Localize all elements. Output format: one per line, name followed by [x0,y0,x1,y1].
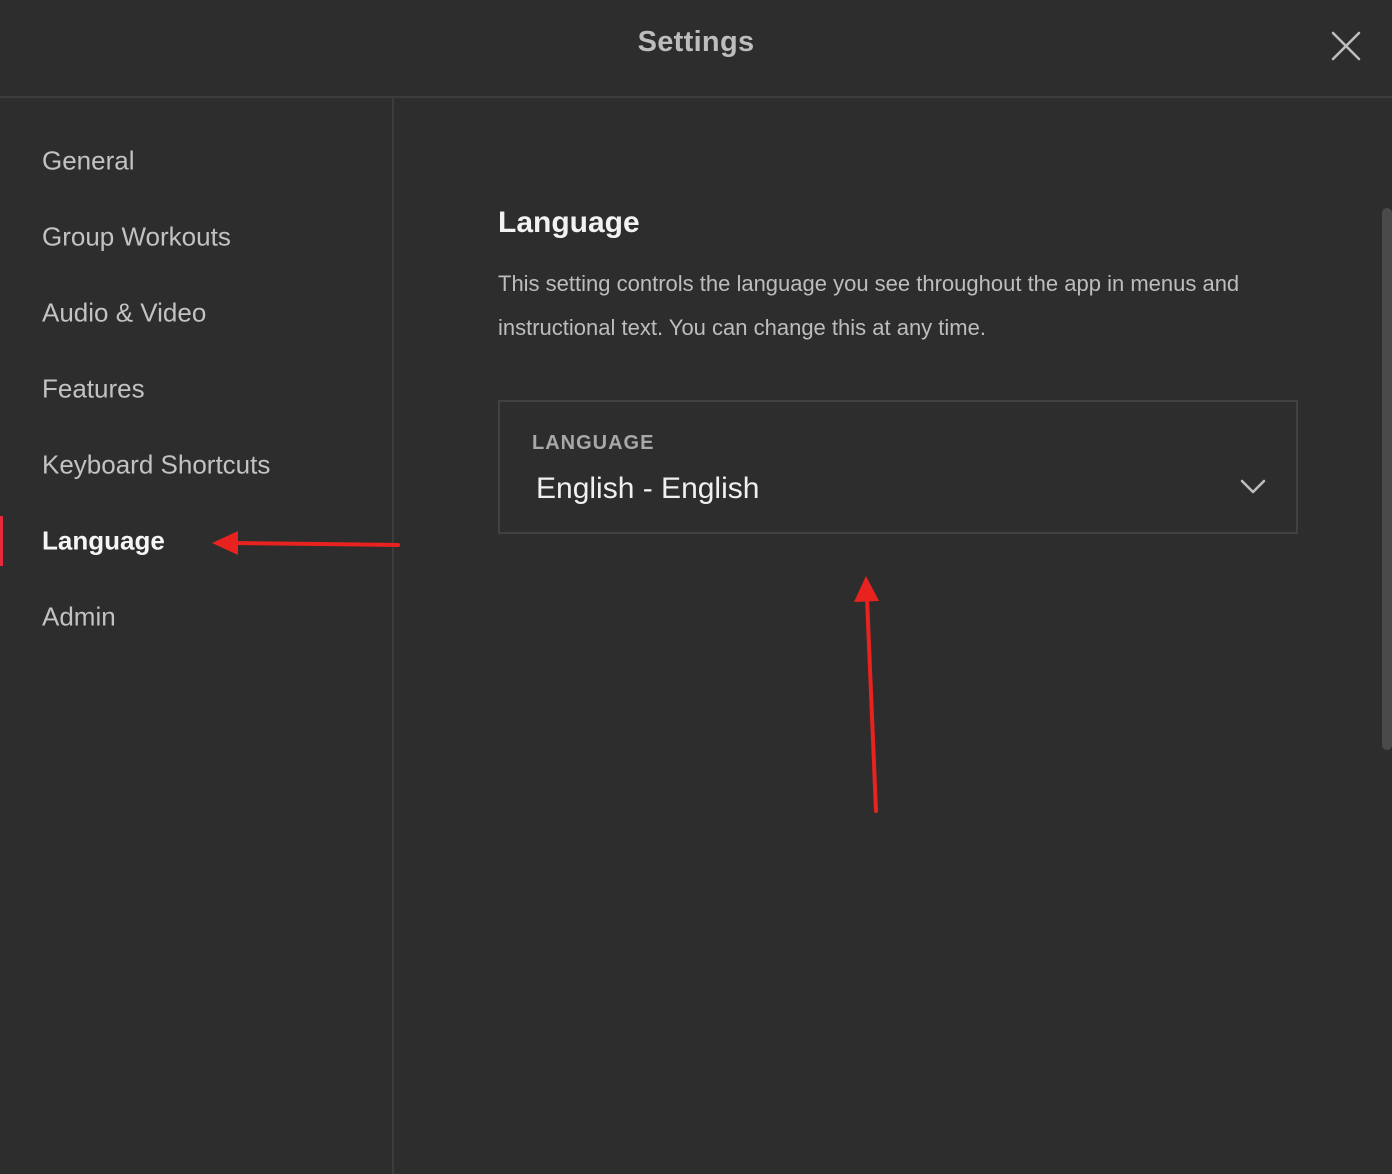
sidebar-item-general[interactable]: General [0,136,392,186]
sidebar-item-language[interactable]: Language [0,516,392,566]
sidebar-item-label: General [42,145,135,176]
sidebar-item-group-workouts[interactable]: Group Workouts [0,212,392,262]
settings-sidebar: General Group Workouts Audio & Video Fea… [0,98,394,1174]
sidebar-item-label: Language [42,525,165,556]
sidebar-item-label: Admin [42,601,116,632]
sidebar-item-label: Features [42,373,145,404]
sidebar-item-admin[interactable]: Admin [0,592,392,642]
close-button[interactable] [1324,24,1368,68]
page-title: Settings [637,26,755,58]
scrollbar[interactable] [1382,208,1392,750]
sidebar-item-keyboard-shortcuts[interactable]: Keyboard Shortcuts [0,440,392,490]
language-select-label: LANGUAGE [532,432,655,454]
section-title: Language [498,206,640,239]
language-select-value: English - English [536,472,760,505]
close-icon [1331,31,1361,61]
settings-window: Settings General Group Workouts Audio & … [0,0,1392,1174]
settings-content: Language This setting controls the langu… [394,98,1392,1174]
sidebar-item-features[interactable]: Features [0,364,392,414]
section-description: This setting controls the language you s… [498,271,1240,340]
language-select[interactable]: LANGUAGE English - English [498,400,1298,534]
sidebar-item-audio-video[interactable]: Audio & Video [0,288,392,338]
settings-header: Settings [0,0,1392,98]
chevron-down-icon [1240,479,1266,494]
sidebar-item-label: Audio & Video [42,297,207,328]
sidebar-item-label: Group Workouts [42,221,231,252]
sidebar-item-label: Keyboard Shortcuts [42,449,271,480]
active-indicator [0,516,3,566]
